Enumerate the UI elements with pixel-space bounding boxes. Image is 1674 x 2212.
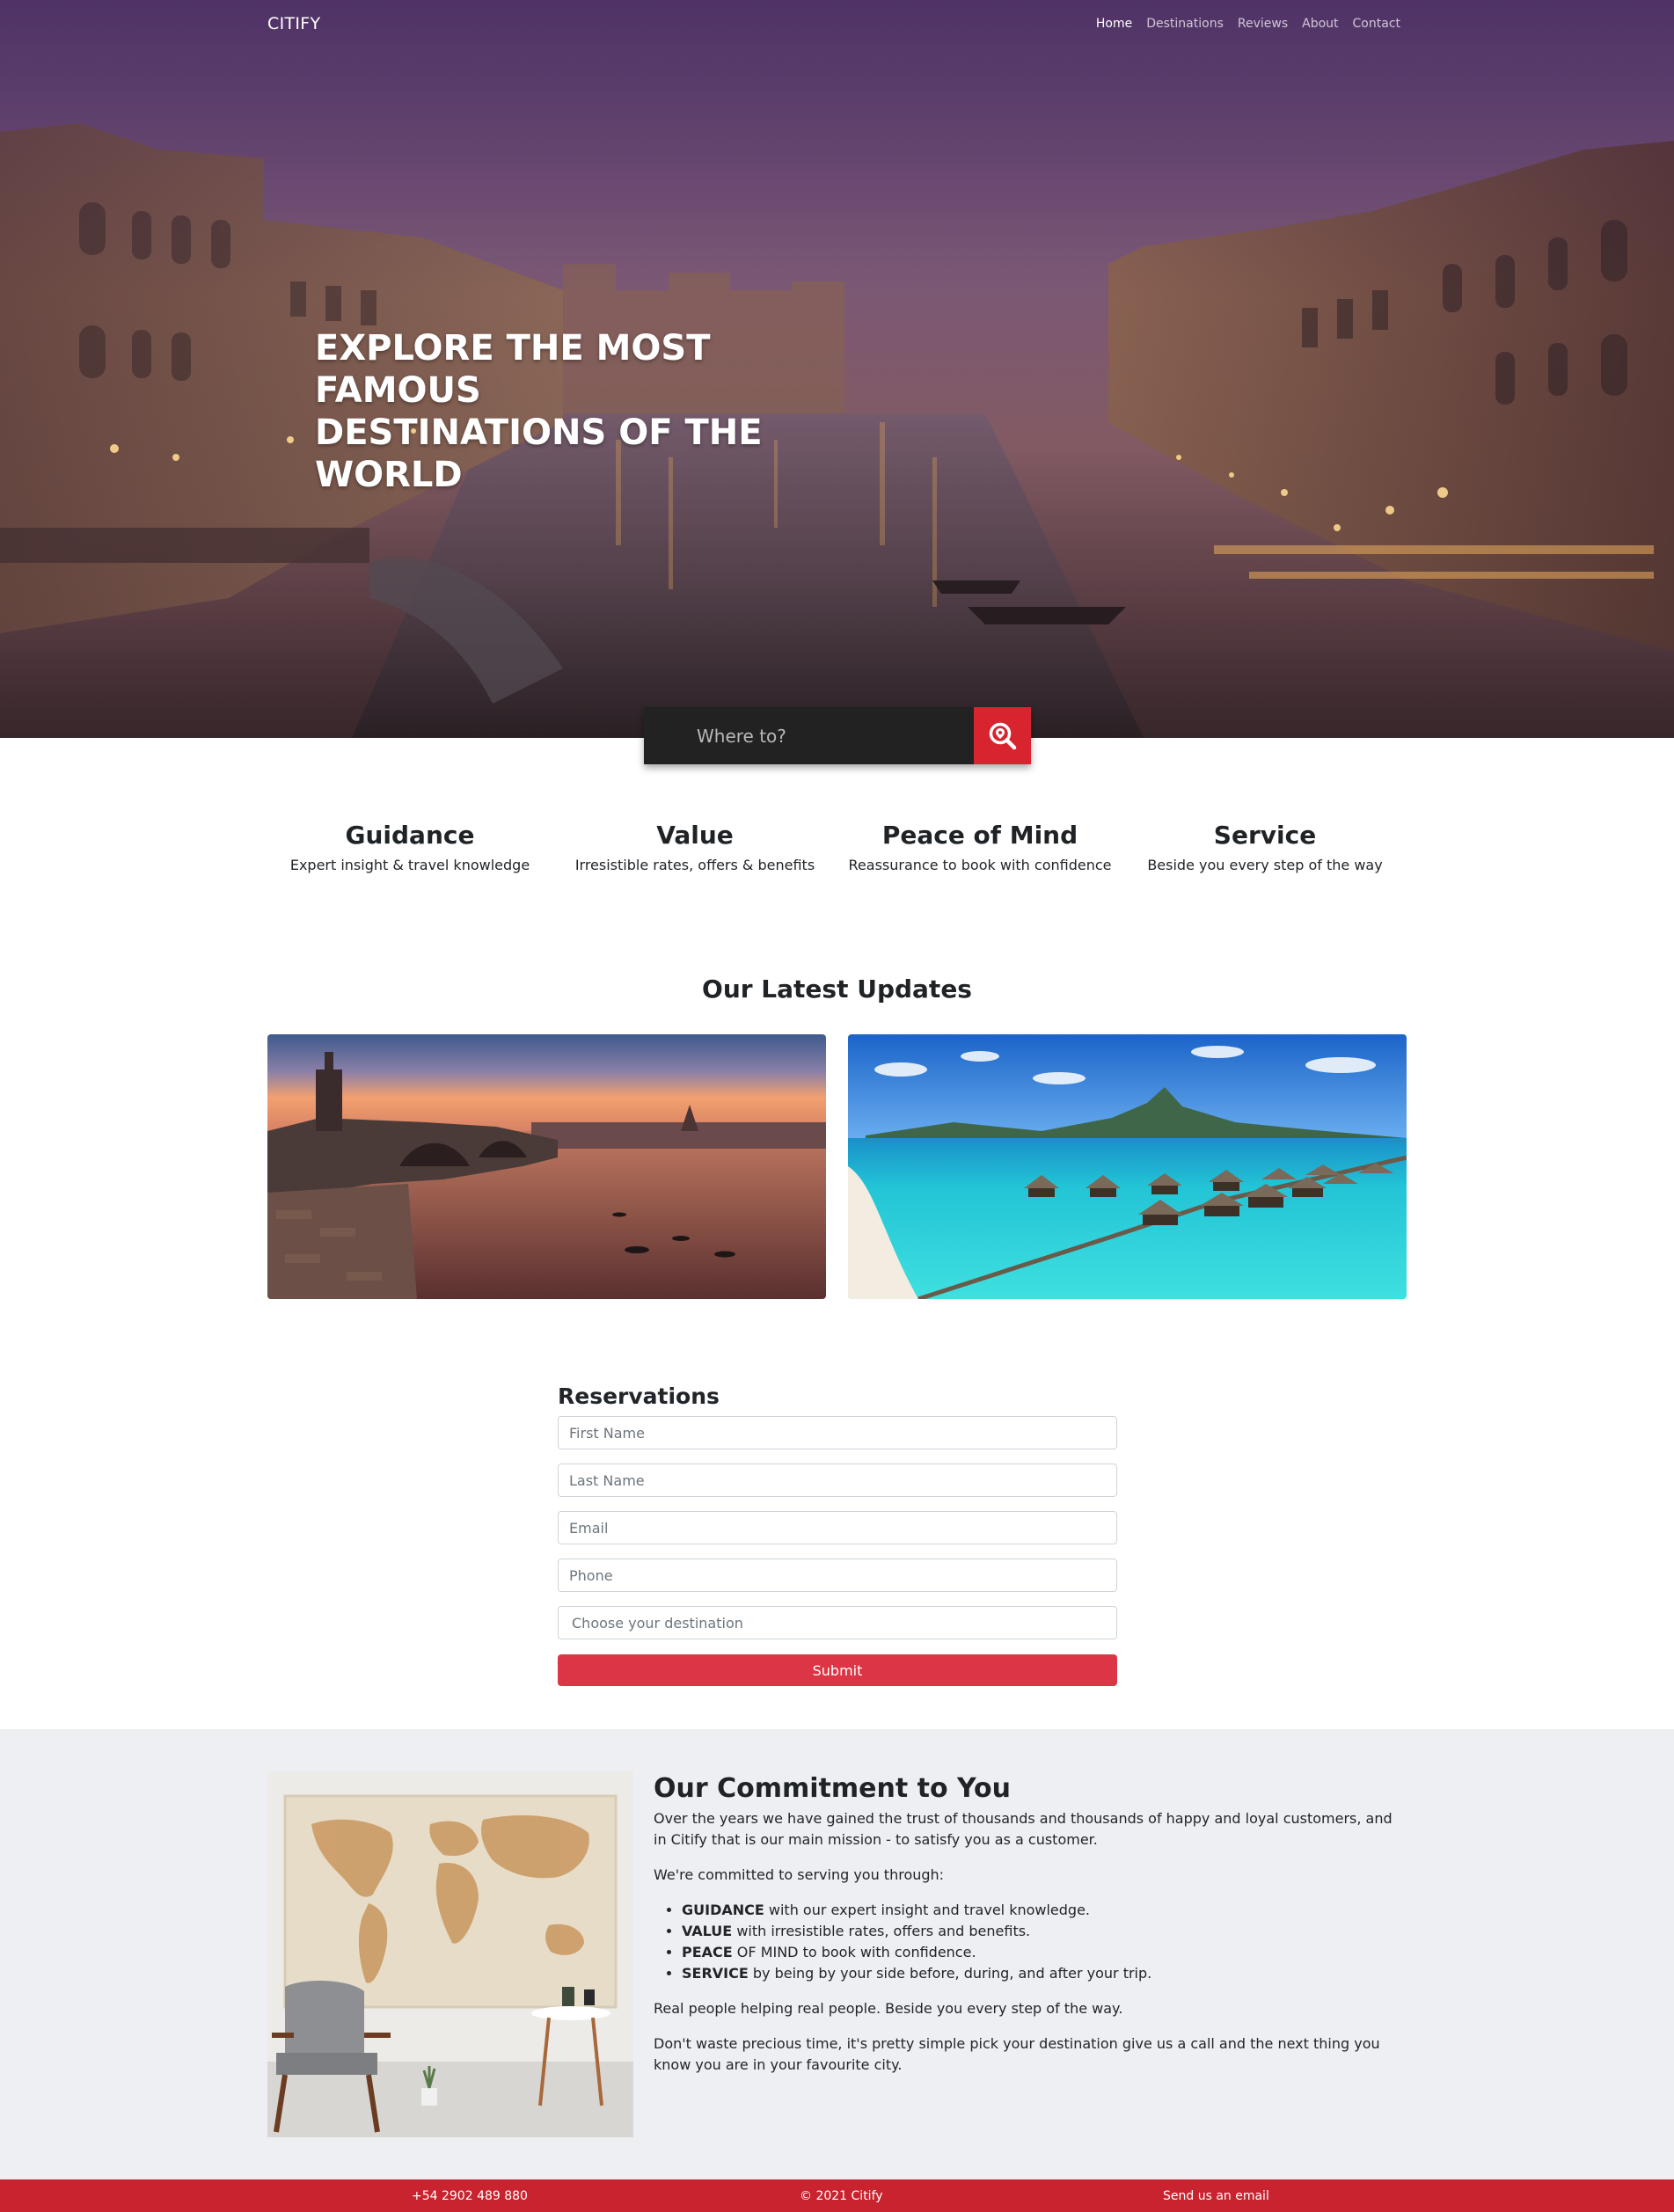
feature-title: Peace of Mind <box>881 821 1078 850</box>
commitment-paragraph: Over the years we have gained the trust … <box>654 1810 1393 1848</box>
nav-link-contact[interactable]: Contact <box>1346 17 1407 31</box>
nav-link-home[interactable]: Home <box>1089 17 1139 31</box>
list-item-text: with irresistible rates, offers and bene… <box>732 1923 1031 1939</box>
destination-select-value: Choose your destination <box>572 1614 743 1632</box>
destination-select[interactable]: Choose your destination <box>558 1606 1117 1639</box>
submit-button[interactable]: Submit <box>558 1654 1117 1686</box>
list-item-keyword: GUIDANCE <box>682 1902 764 1918</box>
search-button[interactable] <box>974 707 1031 764</box>
footer-email-link[interactable]: Send us an email <box>1163 2189 1269 2203</box>
feature-title: Service <box>1213 821 1317 850</box>
last-name-field[interactable] <box>558 1464 1117 1497</box>
destination-search <box>644 707 1031 764</box>
footer-phone[interactable]: +54 2902 489 880 <box>412 2189 528 2203</box>
search-location-icon <box>989 722 1016 749</box>
feature-guidance: Guidance Expert insight & travel knowled… <box>267 818 552 873</box>
feature-text: Reassurance to book with confidence <box>848 857 1112 873</box>
list-item-keyword: PEACE <box>682 1944 733 1960</box>
commitment-image <box>267 1771 633 2137</box>
hero-title: EXPLORE THE MOST FAMOUS DESTINATIONS OF … <box>315 327 860 496</box>
phone-field[interactable] <box>558 1559 1117 1592</box>
hero-section: CITIFY Home Destinations Reviews About C… <box>0 0 1674 738</box>
feature-text: Beside you every step of the way <box>1147 857 1383 873</box>
feature-title: Guidance <box>345 821 475 850</box>
commitment-section: Our Commitment to You Over the years we … <box>0 1729 1674 2179</box>
footer: +54 2902 489 880 © 2021 Citify Send us a… <box>0 2179 1674 2212</box>
commitment-paragraph: We're committed to serving you through: <box>654 1866 945 1883</box>
hero-title-line: EXPLORE THE MOST FAMOUS <box>315 328 711 411</box>
feature-title: Value <box>656 821 734 850</box>
list-item: PEACE OF MIND to book with confidence. <box>682 1942 1407 1963</box>
update-card-bora-bora[interactable] <box>848 1034 1407 1299</box>
feature-text: Expert insight & travel knowledge <box>289 857 530 873</box>
list-item-keyword: VALUE <box>682 1923 733 1939</box>
reservations-title: Reservations <box>558 1383 720 1409</box>
nav-link-about[interactable]: About <box>1295 17 1345 31</box>
search-input[interactable] <box>644 707 974 764</box>
commitment-paragraph: Don't waste precious time, it's pretty s… <box>654 2035 1380 2073</box>
hero-title-line: WORLD <box>315 455 463 495</box>
list-item: VALUE with irresistible rates, offers an… <box>682 1921 1407 1942</box>
list-item-keyword: SERVICE <box>682 1965 749 1982</box>
feature-value: Value Irresistible rates, offers & benef… <box>552 818 837 873</box>
list-item-text: by being by your side before, during, an… <box>748 1965 1152 1982</box>
footer-copyright: © 2021 Citify <box>800 2188 883 2203</box>
commitment-text: Our Commitment to You Over the years we … <box>654 1771 1407 2090</box>
commitment-title: Our Commitment to You <box>654 1773 1011 1804</box>
features-row: Guidance Expert insight & travel knowled… <box>267 818 1407 873</box>
email-field[interactable] <box>558 1511 1117 1544</box>
first-name-field[interactable] <box>558 1416 1117 1449</box>
list-item: SERVICE by being by your side before, du… <box>682 1963 1407 1984</box>
feature-peace-of-mind: Peace of Mind Reassurance to book with c… <box>837 818 1122 873</box>
hero-title-line: DESTINATIONS OF THE <box>315 412 763 453</box>
commitment-list: GUIDANCE with our expert insight and tra… <box>682 1900 1407 1984</box>
list-item-text: with our expert insight and travel knowl… <box>764 1902 1091 1918</box>
updates-title: Our Latest Updates <box>702 975 972 1004</box>
prague-bridge-image <box>267 1034 826 1299</box>
feature-text: Irresistible rates, offers & benefits <box>574 857 815 873</box>
commitment-paragraph: Real people helping real people. Beside … <box>654 2000 1123 2017</box>
brand-logo[interactable]: CITIFY <box>267 14 320 33</box>
nav-link-reviews[interactable]: Reviews <box>1231 17 1295 31</box>
bora-bora-image <box>848 1034 1407 1299</box>
navbar: CITIFY Home Destinations Reviews About C… <box>267 14 1407 37</box>
update-card-prague[interactable] <box>267 1034 826 1299</box>
nav-links: Home Destinations Reviews About Contact <box>1089 17 1407 31</box>
list-item-text: OF MIND to book with confidence. <box>732 1944 976 1960</box>
nav-link-destinations[interactable]: Destinations <box>1139 17 1231 31</box>
feature-service: Service Beside you every step of the way <box>1122 818 1407 873</box>
list-item: GUIDANCE with our expert insight and tra… <box>682 1900 1407 1921</box>
world-map-room-image <box>267 1771 633 2137</box>
